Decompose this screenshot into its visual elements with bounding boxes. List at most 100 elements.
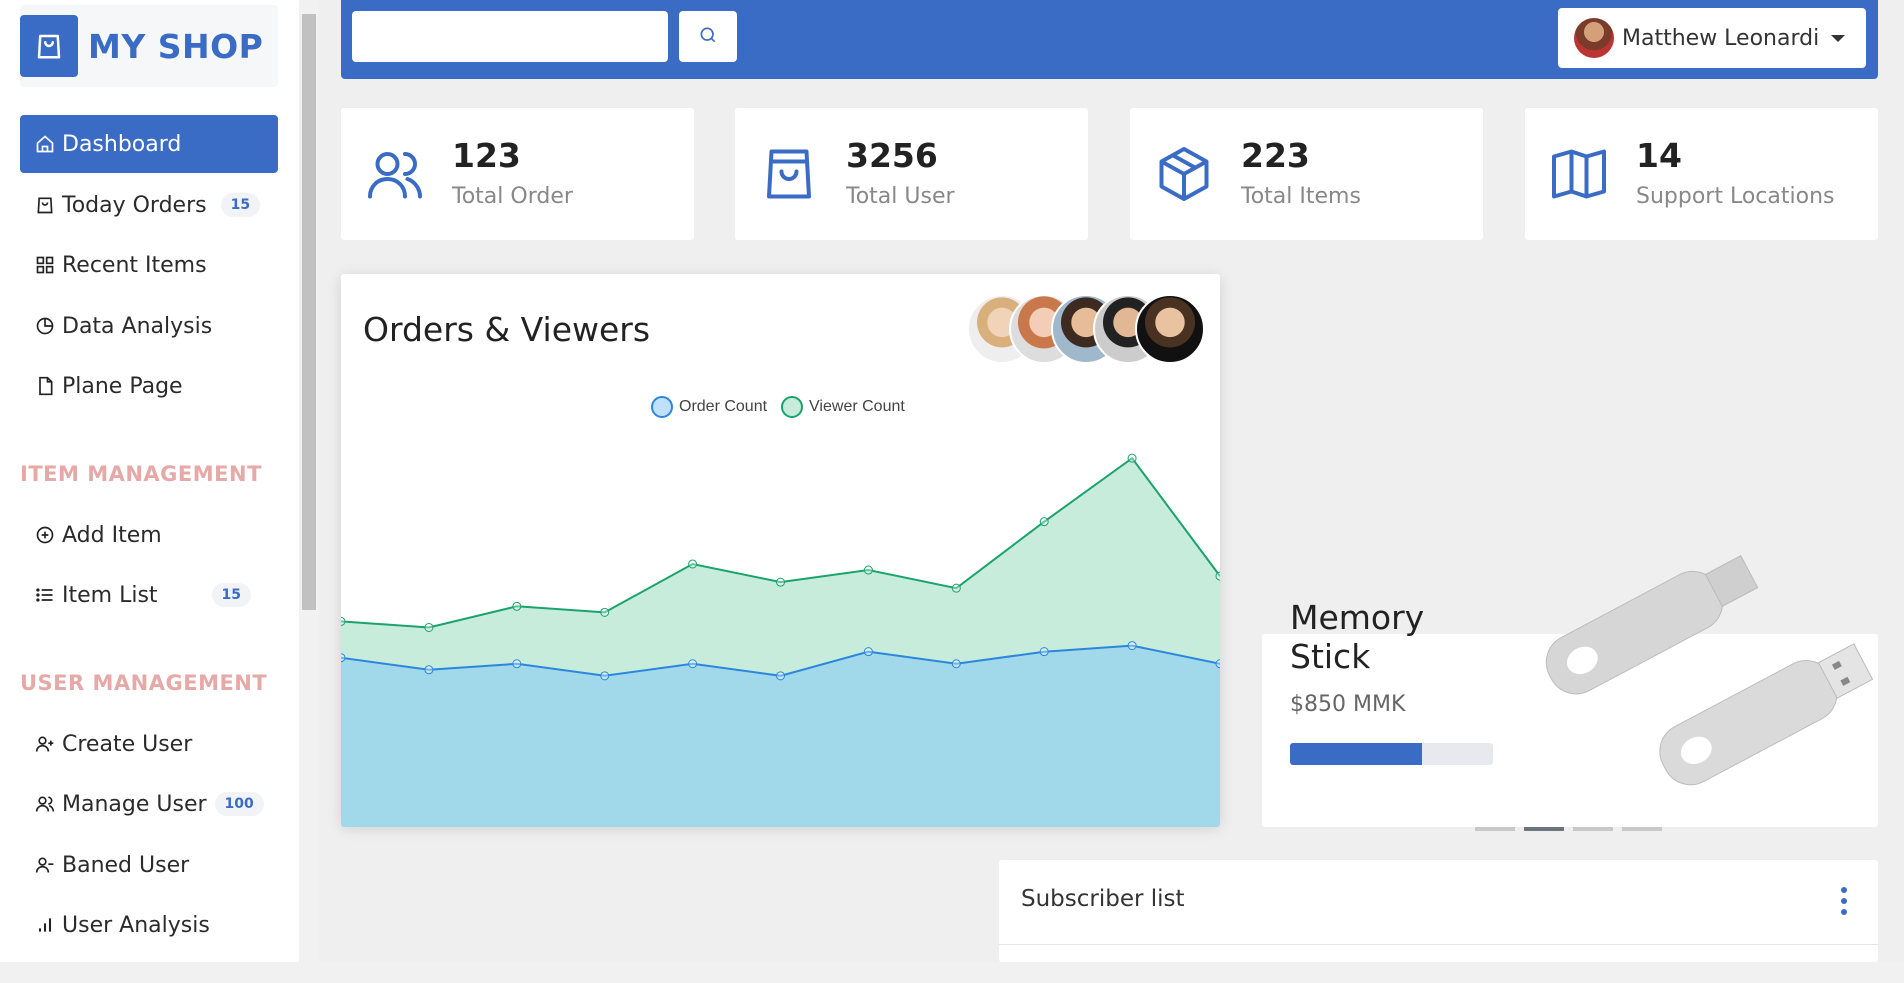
data-point[interactable] [776,671,785,681]
data-point[interactable] [1215,659,1220,669]
stat-label: Total User [846,184,955,209]
product-price: $850 MMK [1290,692,1406,717]
stat-label: Total Order [452,184,573,209]
user-minus-icon [34,854,56,876]
carousel-dot[interactable] [1475,827,1515,831]
chart-title: Orders & Viewers [363,310,651,349]
legend-item-viewer-count[interactable]: Viewer Count [781,396,905,418]
stat-value: 123 [452,136,521,175]
search-button[interactable] [679,11,737,62]
subscriber-title: Subscriber list [1021,886,1185,912]
data-point[interactable] [776,577,785,587]
plus-circle-icon [34,524,56,546]
user-name: Matthew Leonardi [1622,25,1820,51]
stat-card-total-items: 223 Total Items [1130,108,1483,240]
carousel-dot[interactable] [1573,827,1613,831]
box-icon [1154,144,1214,204]
data-point[interactable] [600,671,610,681]
data-point[interactable] [1039,647,1049,657]
progress-fill [1290,743,1422,765]
legend-label: Order Count [679,398,768,415]
data-point[interactable] [1127,453,1137,463]
data-point[interactable] [1215,571,1220,581]
sidebar: MY SHOP Dashboard Today Orders 15 Recent… [0,0,299,962]
sidebar-item-label: Create User [62,731,193,757]
search-icon [698,25,718,49]
data-point[interactable] [600,607,610,617]
sidebar-item-label: Add Item [62,522,162,548]
area-chart [341,453,1220,827]
data-point[interactable] [424,622,434,632]
count-badge: 15 [211,583,252,607]
user-plus-icon [34,733,56,755]
sidebar-item-user-analysis[interactable]: User Analysis [20,896,278,954]
users-icon [365,144,425,204]
more-vertical-icon[interactable] [1840,886,1848,920]
data-point[interactable] [512,601,522,611]
data-point[interactable] [424,665,434,675]
stat-label: Total Items [1241,184,1361,209]
sidebar-item-label: Dashboard [62,131,182,157]
stat-value: 3256 [846,136,938,175]
map-icon [1549,144,1609,204]
stat-value: 223 [1241,136,1310,175]
subscriber-card: Subscriber list [999,860,1878,962]
sidebar-item-label: Recent Items [62,252,207,278]
chart-card: Orders & Viewers Order Count Viewer Coun… [341,274,1220,827]
legend-swatch [781,396,804,418]
data-point[interactable] [951,659,961,669]
sidebar-item-label: Data Analysis [62,313,213,339]
viewer-avatars [967,294,1207,366]
product-name: Memory Stick [1290,598,1425,676]
search-input[interactable] [352,11,668,62]
shopping-bag-icon [34,194,56,216]
stat-card-total-order: 123 Total Order [341,108,694,240]
sidebar-item-add-item[interactable]: Add Item [20,506,278,564]
sidebar-item-manage-user[interactable]: Manage User 100 [20,775,278,833]
data-point[interactable] [951,583,961,593]
brand-title: MY SHOP [88,26,264,66]
brand[interactable]: MY SHOP [20,5,278,87]
avatar [1135,294,1205,364]
carousel-dot[interactable] [1622,827,1662,831]
section-title-item-management: ITEM MANAGEMENT [20,462,262,486]
sidebar-item-today-orders[interactable]: Today Orders 15 [20,176,278,234]
usb-stick-image [1545,555,1874,786]
sidebar-item-label: Baned User [62,852,190,878]
legend-label: Viewer Count [809,398,905,415]
stat-label: Support Locations [1636,184,1835,209]
horizontal-scrollbar[interactable] [0,962,1904,983]
stat-card-support-locations: 14 Support Locations [1525,108,1878,240]
data-point[interactable] [863,565,873,575]
sidebar-item-dashboard[interactable]: Dashboard [20,115,278,173]
sidebar-item-plane-page[interactable]: Plane Page [20,357,278,415]
data-point[interactable] [1039,517,1049,527]
data-point[interactable] [688,559,698,569]
sidebar-item-create-user[interactable]: Create User [20,715,278,773]
shopping-bag-icon [759,144,819,204]
top-bar: Matthew Leonardi [341,0,1878,79]
legend-item-order-count[interactable]: Order Count [651,396,767,418]
sidebar-item-data-analysis[interactable]: Data Analysis [20,297,278,355]
data-point[interactable] [863,647,873,657]
legend-swatch [651,396,673,418]
data-point[interactable] [341,653,346,663]
sidebar-item-label: User Analysis [62,912,210,938]
count-badge: 100 [214,792,264,816]
carousel-dot[interactable] [1524,827,1564,831]
avatar [1574,18,1614,58]
data-point[interactable] [341,616,346,626]
carousel-indicators [1475,827,1671,831]
sidebar-item-recent-items[interactable]: Recent Items [20,236,278,294]
sidebar-item-label: Item List [62,582,158,608]
data-point[interactable] [688,659,698,669]
chart-legend: Order Count Viewer Count [651,396,919,418]
sidebar-item-label: Plane Page [62,373,183,399]
sidebar-item-label: Manage User [62,791,207,817]
user-menu-button[interactable]: Matthew Leonardi [1558,8,1866,68]
data-point[interactable] [1127,641,1137,651]
sidebar-item-item-list[interactable]: Item List 15 [20,566,278,624]
sidebar-item-baned-user[interactable]: Baned User [20,836,278,894]
data-point[interactable] [512,659,522,669]
sidebar-scrollbar-thumb[interactable] [302,14,316,610]
